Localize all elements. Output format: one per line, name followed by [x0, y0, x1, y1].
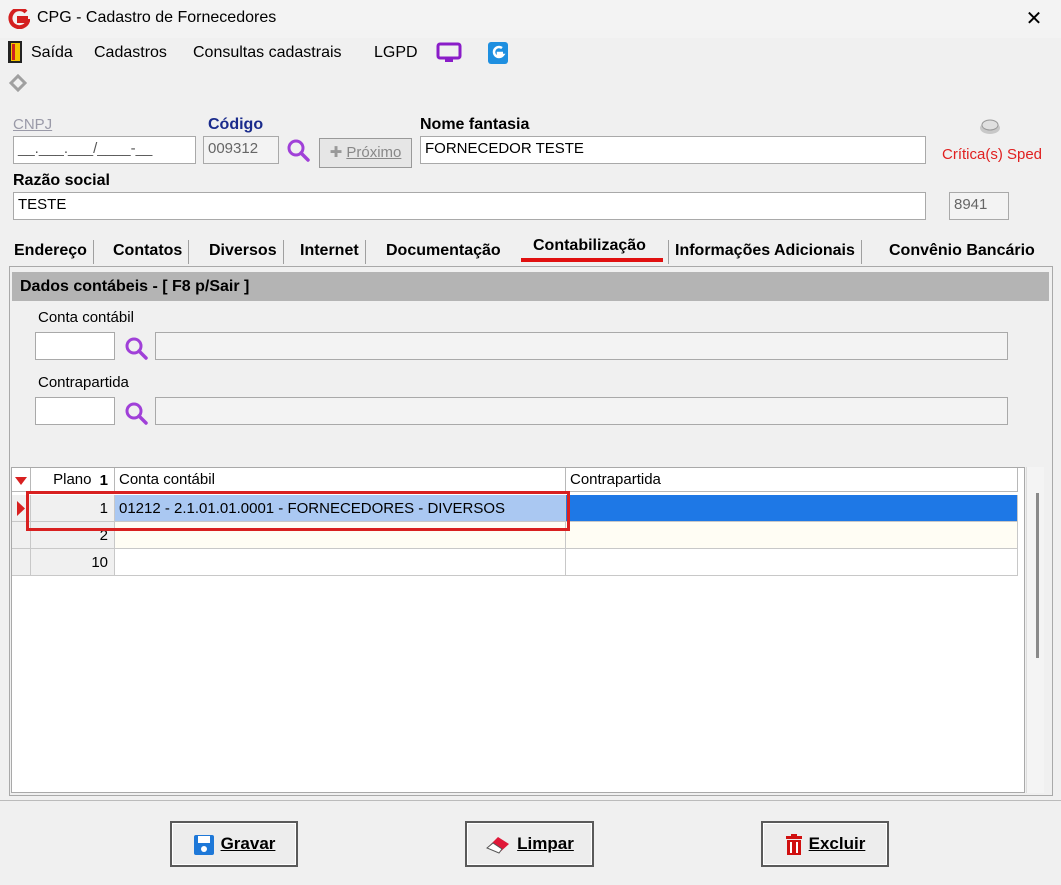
window-title: CPG - Cadastro de Fornecedores [37, 9, 277, 26]
codigo-input[interactable]: 009312 [203, 136, 279, 164]
gravar-button[interactable]: Gravar [170, 821, 298, 867]
close-button[interactable]: ✕ [1020, 5, 1048, 33]
conta-contabil-label: Conta contábil [38, 309, 134, 326]
tab-internet[interactable]: Internet [294, 240, 366, 264]
razao-social-label: Razão social [13, 172, 110, 189]
eraser-icon [486, 836, 510, 854]
excluir-button[interactable]: Excluir [761, 821, 889, 867]
grid-corner [12, 468, 31, 492]
excluir-label: Excluir [808, 834, 866, 853]
menu-cadastros[interactable]: Cadastros [94, 44, 167, 62]
plus-icon: ✚ [329, 144, 347, 161]
tab-convenio-bancario[interactable]: Convênio Bancário [883, 240, 1041, 264]
sort-down-icon [15, 477, 27, 485]
razao-social-input[interactable]: TESTE [13, 192, 926, 220]
cell-contrapartida[interactable] [566, 549, 1018, 576]
sped-icon[interactable] [977, 114, 1003, 138]
search-icon[interactable] [285, 137, 311, 163]
tab-documentacao[interactable]: Documentação [380, 240, 507, 264]
highlight-annotation [26, 491, 570, 531]
section-header: Dados contábeis - [ F8 p/Sair ] [12, 272, 1049, 301]
critica-sped-link[interactable]: Crítica(s) Sped [942, 146, 1042, 163]
g-logo-icon[interactable] [487, 41, 509, 65]
row-indicator [12, 549, 31, 576]
cell-plano[interactable]: 10 [31, 549, 115, 576]
contrapartida-code-input[interactable] [35, 397, 115, 425]
monitor-icon[interactable] [436, 42, 462, 64]
search-icon[interactable] [123, 400, 149, 426]
nome-fantasia-input[interactable]: FORNECEDOR TESTE [420, 136, 926, 164]
footer-divider [0, 800, 1061, 801]
scrollbar-thumb[interactable] [1036, 493, 1039, 658]
menu-saida[interactable]: Saída [31, 44, 73, 62]
column-header-plano[interactable]: Plano 1 [31, 468, 115, 492]
sort-indicator-label: 1 [99, 472, 108, 489]
table-row[interactable]: 10 [12, 549, 1018, 576]
gravar-label: Gravar [220, 834, 276, 853]
trash-icon [785, 833, 802, 855]
column-header-contrapartida[interactable]: Contrapartida [566, 468, 1018, 492]
tab-endereco[interactable]: Endereço [8, 240, 94, 264]
exit-door-icon[interactable] [7, 40, 23, 64]
limpar-label: Limpar [517, 834, 574, 853]
codigo-label: Código [208, 116, 264, 133]
cnpj-input[interactable]: __.___.___/____-__ [13, 136, 196, 164]
navigation-icon[interactable] [8, 73, 28, 93]
proximo-label: Próximo [346, 144, 402, 161]
cell-contrapartida[interactable] [566, 522, 1018, 549]
save-disk-icon [193, 834, 214, 855]
menu-consultas-cadastrais[interactable]: Consultas cadastrais [193, 44, 342, 62]
app-logo-icon [8, 9, 30, 29]
tab-informacoes-adicionais[interactable]: Informações Adicionais [668, 240, 862, 264]
column-header-conta-contabil[interactable]: Conta contábil [115, 468, 566, 492]
contrapartida-label: Contrapartida [38, 374, 129, 391]
active-tab-underline [521, 258, 663, 262]
conta-contabil-description [155, 332, 1008, 360]
search-icon[interactable] [123, 335, 149, 361]
cnpj-label: CNPJ [13, 116, 53, 133]
menu-lgpd[interactable]: LGPD [374, 44, 418, 62]
contrapartida-description [155, 397, 1008, 425]
nome-fantasia-label: Nome fantasia [420, 116, 530, 133]
proximo-button[interactable]: ✚ Próximo [319, 138, 412, 168]
side-code-input[interactable]: 8941 [949, 192, 1009, 220]
tab-contabilizacao[interactable]: Contabilização [527, 235, 652, 259]
sort-indicator-icon: 1 [100, 469, 108, 493]
conta-contabil-code-input[interactable] [35, 332, 115, 360]
vertical-scrollbar[interactable] [1026, 467, 1044, 793]
cell-conta-contabil[interactable] [115, 549, 566, 576]
cell-contrapartida[interactable] [566, 495, 1018, 522]
tab-contatos[interactable]: Contatos [107, 240, 190, 264]
plano-header-label: Plano [53, 471, 92, 488]
tab-diversos[interactable]: Diversos [203, 240, 284, 264]
limpar-button[interactable]: Limpar [465, 821, 594, 867]
